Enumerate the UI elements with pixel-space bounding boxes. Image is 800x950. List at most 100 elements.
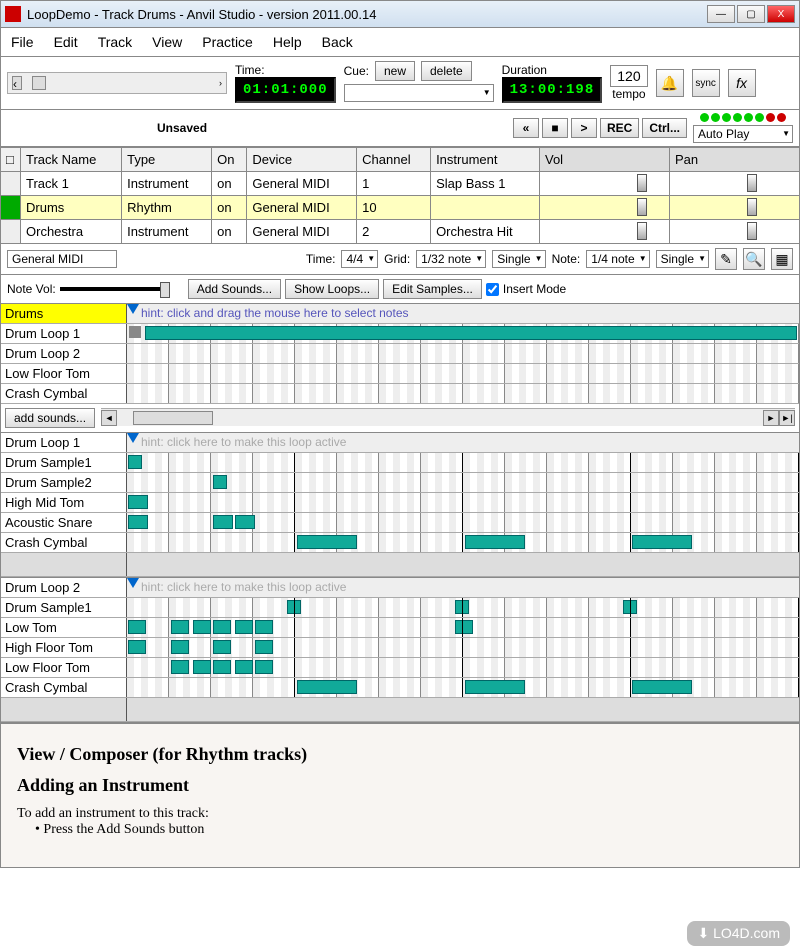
note[interactable] [128, 640, 146, 654]
th-instrument[interactable]: Instrument [431, 148, 540, 172]
note[interactable] [171, 620, 189, 634]
pan-slider[interactable] [670, 196, 800, 220]
row-label[interactable]: Drum Sample1 [1, 598, 127, 617]
playhead-icon[interactable] [127, 578, 139, 588]
ruler-row[interactable]: hint: click here to make this loop activ… [127, 433, 799, 452]
track-instrument[interactable] [431, 196, 540, 220]
track-instrument[interactable]: Orchestra Hit [431, 220, 540, 244]
track-marker[interactable] [1, 196, 21, 220]
vol-slider[interactable] [540, 172, 670, 196]
track-instrument[interactable]: Slap Bass 1 [431, 172, 540, 196]
track-header-marker[interactable]: □ [1, 148, 21, 172]
th-type[interactable]: Type [122, 148, 212, 172]
track-on[interactable]: on [212, 196, 247, 220]
note[interactable] [255, 660, 273, 674]
record-button[interactable]: REC [600, 118, 639, 138]
pan-slider[interactable] [670, 220, 800, 244]
note[interactable] [455, 600, 469, 614]
th-on[interactable]: On [212, 148, 247, 172]
insert-mode-checkbox[interactable] [486, 283, 499, 296]
note-row[interactable] [127, 384, 799, 403]
note-row[interactable] [127, 453, 799, 472]
note[interactable] [213, 660, 231, 674]
note-select[interactable]: 1/4 note [586, 250, 649, 268]
track-channel[interactable]: 1 [357, 172, 431, 196]
row-label[interactable]: Drum Loop 1 [1, 324, 127, 343]
row-label[interactable]: Drum Sample1 [1, 453, 127, 472]
note-row[interactable] [127, 493, 799, 512]
scroll-right-icon[interactable]: ► [763, 410, 779, 426]
rewind-button[interactable]: « [513, 118, 539, 138]
row-label[interactable]: Crash Cymbal [1, 678, 127, 697]
track-on[interactable]: on [212, 172, 247, 196]
edit-samples-button[interactable]: Edit Samples... [383, 279, 482, 299]
note[interactable] [128, 620, 146, 634]
note[interactable] [465, 680, 525, 694]
close-button[interactable]: X [767, 5, 795, 23]
note[interactable] [213, 620, 231, 634]
menu-track[interactable]: Track [98, 34, 132, 50]
track-name[interactable]: Drums [21, 196, 122, 220]
row-label[interactable]: Crash Cymbal [1, 384, 127, 403]
note-mode-select[interactable]: Single [656, 250, 709, 268]
note[interactable] [213, 475, 227, 489]
th-vol[interactable]: Vol [540, 148, 670, 172]
row-label[interactable]: Low Floor Tom [1, 364, 127, 383]
note[interactable] [632, 535, 692, 549]
track-marker[interactable] [1, 220, 21, 244]
track-row[interactable]: Drums Rhythm on General MIDI 10 [1, 196, 800, 220]
row-label[interactable]: Acoustic Snare [1, 513, 127, 532]
row-label[interactable]: Crash Cymbal [1, 533, 127, 552]
tempo-value[interactable]: 120 [610, 65, 647, 87]
scroller-left-icon[interactable]: ‹ [12, 76, 22, 90]
vol-slider[interactable] [540, 196, 670, 220]
position-scroller[interactable]: ‹ › [7, 72, 227, 94]
note[interactable] [213, 515, 233, 529]
playhead-icon[interactable] [127, 304, 139, 314]
sync-icon[interactable]: sync [692, 69, 720, 97]
note-row[interactable] [127, 344, 799, 363]
scroll-left-icon[interactable]: ◄ [101, 410, 117, 426]
cue-select[interactable] [344, 84, 494, 102]
menu-back[interactable]: Back [322, 34, 353, 50]
note-row[interactable] [127, 513, 799, 532]
note-row[interactable] [127, 533, 799, 552]
note[interactable] [255, 640, 273, 654]
track-marker[interactable] [1, 172, 21, 196]
track-type[interactable]: Rhythm [122, 196, 212, 220]
note[interactable] [235, 620, 253, 634]
hscrollbar[interactable]: ◄ ► ►| [101, 408, 795, 426]
row-label[interactable]: Low Tom [1, 618, 127, 637]
note-row[interactable] [127, 324, 799, 343]
grid-select[interactable]: 1/32 note [416, 250, 486, 268]
track-row[interactable]: Orchestra Instrument on General MIDI 2 O… [1, 220, 800, 244]
fx-icon[interactable]: fx [728, 69, 756, 97]
note[interactable] [171, 660, 189, 674]
menu-edit[interactable]: Edit [54, 34, 78, 50]
ctrl-button[interactable]: Ctrl... [642, 118, 687, 138]
metronome-icon[interactable]: 🔔 [656, 69, 684, 97]
notevol-slider[interactable] [60, 287, 170, 291]
section-title[interactable]: Drum Loop 1 [1, 433, 127, 452]
note[interactable] [128, 495, 148, 509]
menu-practice[interactable]: Practice [202, 34, 253, 50]
track-name[interactable]: Orchestra [21, 220, 122, 244]
note[interactable] [255, 620, 273, 634]
note[interactable] [171, 640, 189, 654]
row-label[interactable]: Drum Loop 2 [1, 344, 127, 363]
zoom-icon[interactable]: 🔍 [743, 248, 765, 270]
note[interactable] [235, 660, 253, 674]
track-row[interactable]: Track 1 Instrument on General MIDI 1 Sla… [1, 172, 800, 196]
track-device[interactable]: General MIDI [247, 196, 357, 220]
section-title[interactable]: Drums [1, 304, 127, 323]
note[interactable] [632, 680, 692, 694]
th-pan[interactable]: Pan [670, 148, 800, 172]
note-row[interactable] [127, 598, 799, 617]
timesig-select[interactable]: 4/4 [341, 250, 378, 268]
note-row[interactable] [127, 658, 799, 677]
th-device[interactable]: Device [247, 148, 357, 172]
menu-help[interactable]: Help [273, 34, 302, 50]
note[interactable] [128, 455, 142, 469]
show-loops-button[interactable]: Show Loops... [285, 279, 379, 299]
maximize-button[interactable]: ▢ [737, 5, 765, 23]
